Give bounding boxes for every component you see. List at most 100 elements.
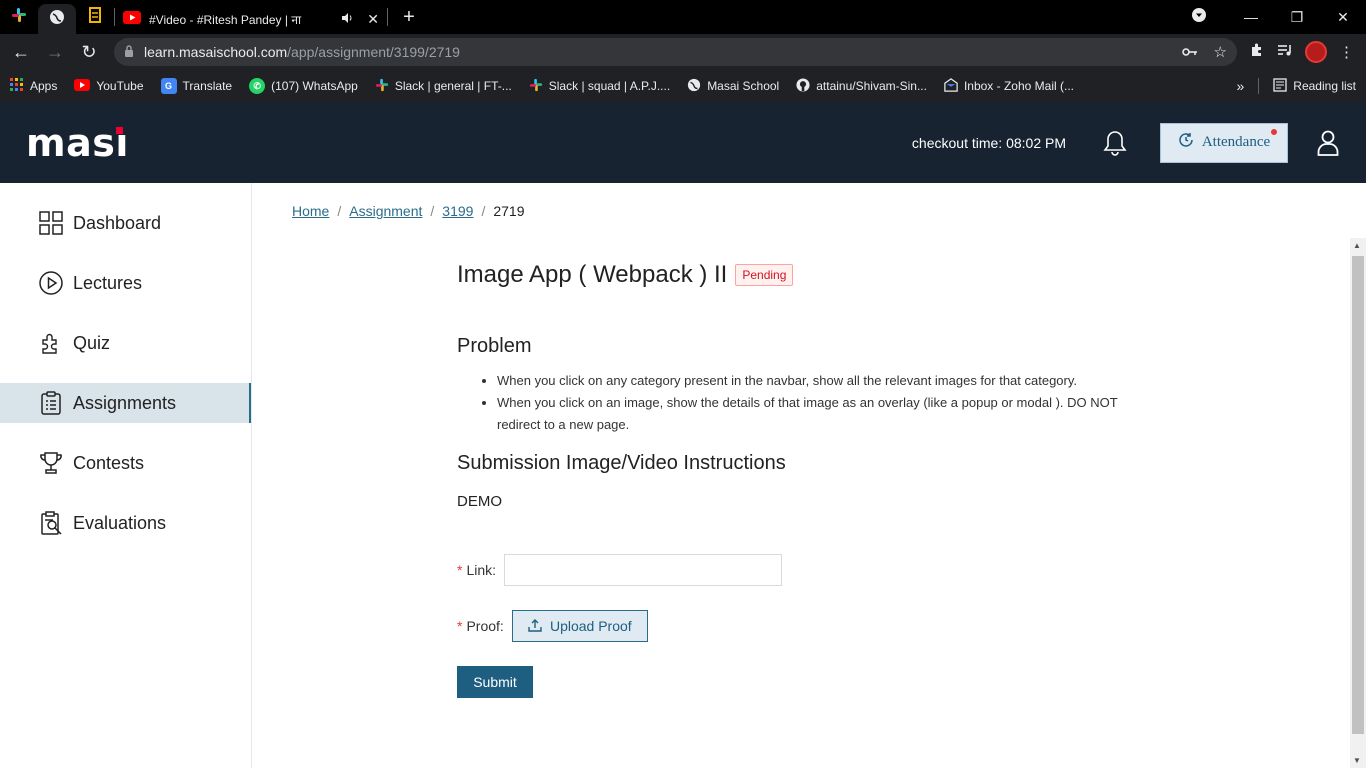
bookmark-label: Inbox - Zoho Mail (... [963, 79, 1074, 93]
sidebar-item-label: Lectures [73, 272, 143, 293]
title-row: Image App ( Webpack ) II Pending [457, 261, 1157, 289]
required-mark: * [457, 562, 463, 578]
sidebar-item-label: Assignments [73, 392, 177, 413]
reading-list-button[interactable]: Reading list [1273, 77, 1356, 95]
breadcrumb-current: 2719 [493, 203, 525, 219]
minimize-icon: — [1244, 9, 1258, 25]
breadcrumb-3199[interactable]: 3199 [442, 203, 473, 219]
bookmark-label: YouTube [96, 79, 144, 93]
tab-slack[interactable] [0, 0, 38, 34]
checkout-time: checkout time: 08:02 PM [911, 134, 1066, 151]
star-icon[interactable]: ☆ [1214, 43, 1227, 61]
tab-masai[interactable] [38, 4, 76, 34]
sidebar-item-label: Contests [73, 452, 145, 473]
address-bar[interactable]: learn.masaischool.com/app/assignment/319… [114, 38, 1237, 66]
bookmark-icon [88, 6, 102, 28]
status-badge: Pending [735, 264, 794, 286]
lock-icon [124, 44, 134, 60]
close-tab-icon[interactable]: ✕ [367, 11, 379, 28]
browser-toolbar: ← → ↻ learn.masaischool.com/app/assignme… [0, 34, 1366, 70]
bookmark-slack-squad[interactable]: Slack | squad | A.P.J.... [529, 78, 670, 95]
extensions-icon[interactable] [1249, 42, 1265, 62]
youtube-icon [74, 78, 91, 94]
link-form-row: * Link: [457, 554, 1157, 586]
submit-button[interactable]: Submit [457, 666, 533, 698]
scrollbar-thumb[interactable] [1352, 256, 1364, 734]
zoho-icon [944, 77, 958, 95]
restore-button[interactable]: ❐ [1274, 0, 1320, 34]
new-tab-button[interactable]: + [394, 2, 424, 32]
app-header: ması checkout time: 08:02 PM Attendance [0, 102, 1366, 183]
upload-proof-button[interactable]: Upload Proof [511, 610, 648, 642]
bookmark-youtube[interactable]: YouTube [74, 78, 144, 94]
scroll-up-icon[interactable]: ▲ [1353, 241, 1361, 250]
upload-icon [528, 618, 542, 635]
profile-avatar[interactable] [1305, 41, 1327, 63]
clipboard-icon [38, 391, 63, 416]
user-profile-icon[interactable] [1316, 129, 1340, 157]
bookmark-zoho[interactable]: Inbox - Zoho Mail (... [944, 77, 1074, 95]
breadcrumb-home[interactable]: Home [292, 203, 329, 219]
bookmark-slack-general[interactable]: Slack | general | FT-... [375, 78, 512, 95]
bookmark-label: Slack | squad | A.P.J.... [548, 79, 671, 93]
proof-form-row: * Proof: Upload Proof [457, 610, 1157, 642]
page-scrollbar[interactable]: ▲ ▼ [1350, 238, 1366, 768]
tab-search-button[interactable] [1184, 7, 1214, 28]
required-mark: * [457, 618, 463, 634]
link-input[interactable] [504, 554, 783, 586]
key-icon[interactable] [1181, 44, 1198, 61]
sidebar-item-assignments[interactable]: Assignments [0, 383, 251, 423]
sidebar-item-lectures[interactable]: Lectures [0, 263, 251, 303]
clock-refresh-icon [1178, 132, 1194, 153]
slack-icon [375, 78, 389, 95]
tab-separator [387, 8, 388, 26]
back-button[interactable]: ← [6, 37, 36, 67]
close-window-button[interactable]: ✕ [1320, 0, 1366, 34]
attendance-label: Attendance [1201, 134, 1271, 150]
bookmark-label: (107) WhatsApp [271, 79, 358, 93]
plus-icon: + [403, 5, 415, 28]
bookmark-github[interactable]: attainu/Shivam-Sin... [796, 77, 927, 95]
media-control-icon[interactable] [1277, 43, 1293, 61]
breadcrumb-assignment[interactable]: Assignment [349, 203, 422, 219]
forward-button[interactable]: → [40, 37, 70, 67]
tab-youtube-video[interactable]: #Video - #Ritesh Pandey | ना ✕ [115, 4, 387, 34]
attendance-button[interactable]: Attendance [1160, 122, 1288, 163]
bookmark-label: attainu/Shivam-Sin... [816, 79, 927, 93]
tab-bookmark[interactable] [76, 0, 114, 34]
minimize-button[interactable]: — [1228, 0, 1274, 34]
masai-logo[interactable]: ması [26, 121, 129, 165]
assignment-content: Image App ( Webpack ) II Pending Problem… [457, 261, 1157, 698]
reload-icon: ↻ [81, 41, 97, 62]
sidebar-item-evaluations[interactable]: Evaluations [0, 503, 251, 543]
bookmark-label: Slack | general | FT-... [394, 79, 512, 93]
dashboard-grid-icon [38, 211, 63, 236]
bookmark-apps[interactable]: Apps [10, 77, 57, 95]
reading-list-label: Reading list [1293, 79, 1356, 93]
reload-button[interactable]: ↻ [74, 37, 104, 67]
sidebar-item-label: Evaluations [73, 512, 167, 533]
bookmark-masai[interactable]: Masai School [687, 78, 779, 95]
problem-heading: Problem [457, 335, 532, 357]
notification-bell-icon[interactable] [1102, 129, 1128, 157]
breadcrumb: Home / Assignment / 3199 / 2719 [292, 203, 525, 219]
github-icon [796, 77, 810, 95]
whatsapp-icon: ✆ [249, 78, 266, 94]
trophy-icon [38, 451, 63, 476]
sidebar-item-quiz[interactable]: Quiz [0, 323, 251, 363]
bookmarks-right: » Reading list [1237, 77, 1356, 95]
scroll-down-icon[interactable]: ▼ [1353, 756, 1361, 765]
submission-heading: Submission Image/Video Instructions [457, 452, 786, 474]
bookmark-translate[interactable]: G Translate [160, 78, 232, 94]
evaluation-icon [38, 511, 63, 536]
sidebar: Dashboard Lectures Quiz Assignments Cont… [0, 183, 252, 768]
more-menu-icon[interactable]: ⋮ [1339, 43, 1354, 61]
sidebar-item-dashboard[interactable]: Dashboard [0, 203, 251, 243]
speaker-icon[interactable] [341, 12, 353, 27]
close-icon: ✕ [1337, 8, 1349, 25]
demo-label: DEMO [457, 493, 502, 510]
window-controls: — ❐ ✕ [1184, 0, 1366, 34]
bookmark-whatsapp[interactable]: ✆ (107) WhatsApp [249, 78, 358, 94]
more-bookmarks-button[interactable]: » [1237, 78, 1245, 94]
sidebar-item-contests[interactable]: Contests [0, 443, 251, 483]
